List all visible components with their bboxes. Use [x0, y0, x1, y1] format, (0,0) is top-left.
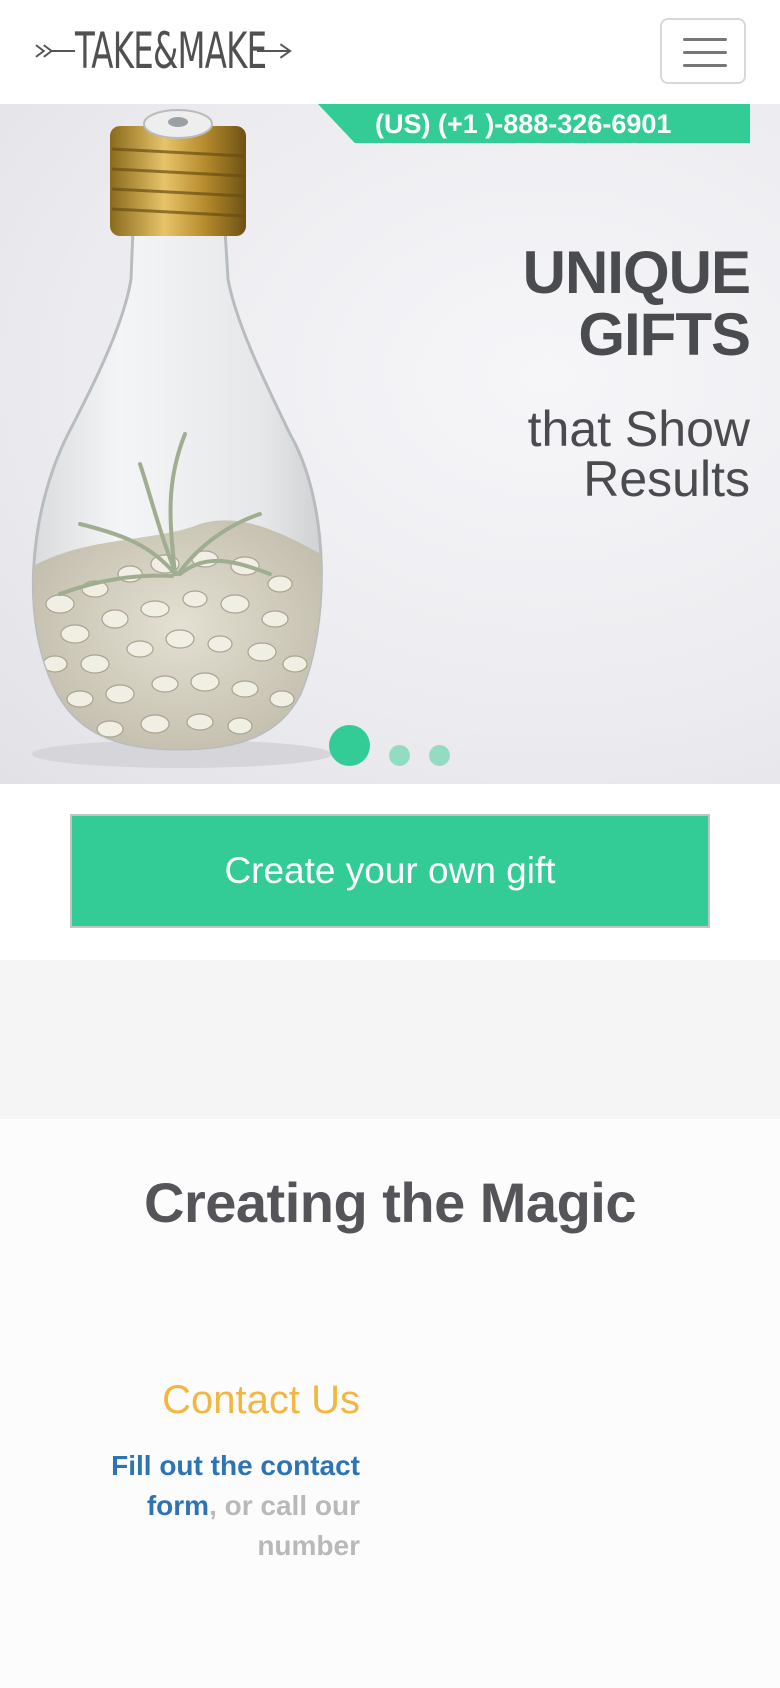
- contact-title: Contact Us: [162, 1378, 360, 1422]
- create-gift-button[interactable]: Create your own gift: [70, 814, 710, 928]
- hero-subtitle: that Show Results: [528, 404, 750, 504]
- contact-text: Fill out the contact form, or call our n…: [40, 1446, 360, 1566]
- arrow-tail-icon: [35, 44, 76, 58]
- logo-text: TAKE&MAKE: [74, 22, 267, 80]
- hero-subtitle-line1: that Show: [527, 401, 750, 457]
- menu-toggle-button[interactable]: [660, 18, 746, 84]
- hero-title: UNIQUE GIFTS: [522, 239, 751, 368]
- contact-rest-text: , or call our number: [209, 1490, 360, 1561]
- slider-dot-1[interactable]: [329, 725, 370, 766]
- phone-number[interactable]: (US) (+1 )-888-326-6901: [375, 105, 671, 143]
- hero-slider: (US) (+1 )-888-326-6901 UNIQUE GIFTS tha…: [0, 104, 780, 784]
- slider-dot-3[interactable]: [429, 745, 450, 766]
- light-bulb-terrarium-image: [31, 109, 332, 768]
- slider-dot-2[interactable]: [389, 745, 410, 766]
- empty-section: [0, 960, 780, 1119]
- cta-section: Create your own gift: [0, 784, 780, 960]
- hero-subtitle-line2: Results: [583, 451, 750, 507]
- hero-title-line1: UNIQUE: [522, 239, 751, 306]
- hero-title-line2: GIFTS: [578, 301, 751, 368]
- site-header: TAKE&MAKE: [0, 0, 780, 104]
- section-title: Creating the Magic: [144, 1171, 636, 1234]
- site-logo[interactable]: TAKE&MAKE: [34, 20, 294, 82]
